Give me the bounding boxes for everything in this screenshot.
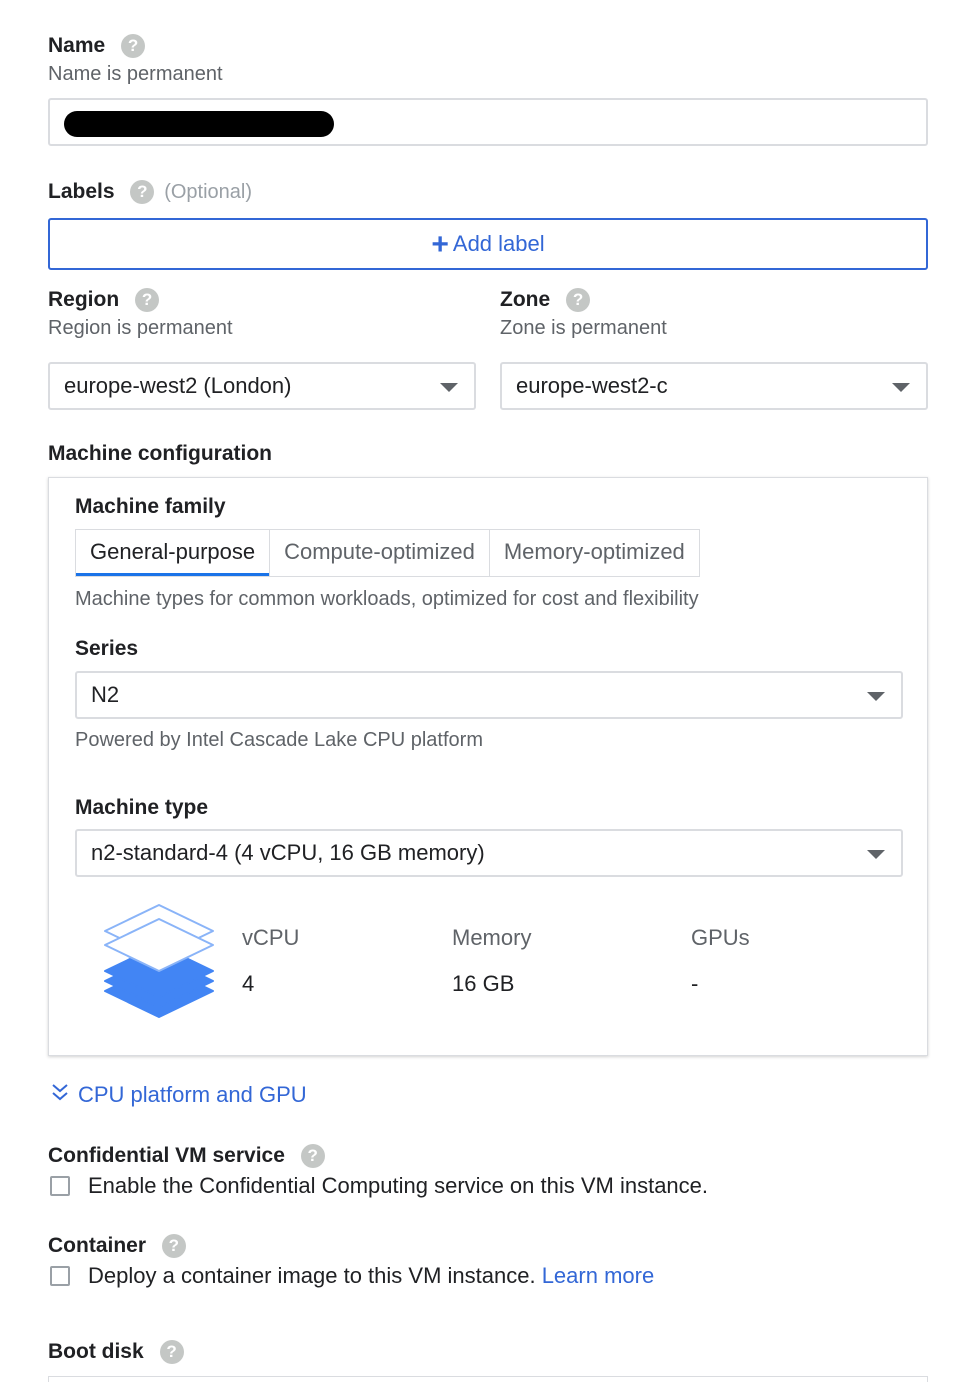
help-icon[interactable]: ?	[135, 288, 160, 313]
help-icon[interactable]: ?	[159, 1340, 184, 1365]
boot-disk-label: Boot disk ?	[48, 1340, 184, 1365]
tab-memory-optimized[interactable]: Memory-optimized	[490, 530, 699, 576]
zone-subtext: Zone is permanent	[500, 317, 667, 339]
region-label: Region ?	[48, 288, 160, 313]
confidential-vm-label: Confidential VM service ?	[48, 1144, 325, 1169]
zone-value: europe-west2-c	[516, 373, 668, 398]
region-value: europe-west2 (London)	[64, 373, 292, 398]
confidential-vm-checkbox-label: Enable the Confidential Computing servic…	[88, 1173, 709, 1198]
double-chevron-down-icon	[52, 1084, 68, 1101]
zone-label-text: Zone	[500, 288, 551, 311]
dropdown-arrow-icon	[867, 850, 885, 859]
name-subtext: Name is permanent	[48, 63, 223, 85]
series-value: N2	[91, 682, 120, 707]
labels-label: Labels ? (Optional)	[48, 180, 253, 205]
tab-general-purpose[interactable]: General-purpose	[76, 530, 271, 576]
machine-family-description: Machine types for common workloads, opti…	[75, 588, 699, 610]
machine-type-value: n2-standard-4 (4 vCPU, 16 GB memory)	[91, 840, 485, 865]
region-label-text: Region	[48, 288, 120, 311]
dropdown-arrow-icon	[867, 692, 885, 701]
series-select[interactable]: N2	[75, 671, 903, 719]
optional-text: (Optional)	[164, 181, 253, 203]
learn-more-link[interactable]: Learn more	[542, 1263, 655, 1288]
region-subtext: Region is permanent	[48, 317, 233, 339]
help-icon[interactable]: ?	[161, 1234, 186, 1259]
name-label: Name ?	[48, 34, 146, 59]
container-label: Container ?	[48, 1234, 186, 1259]
machine-config-card: Machine family General-purpose Compute-o…	[48, 477, 928, 1056]
machine-family-label: Machine family	[75, 495, 226, 518]
vcpu-value: 4	[242, 971, 255, 996]
plus-icon: +	[431, 228, 449, 261]
boot-disk-card-edge	[48, 1376, 928, 1382]
dropdown-arrow-icon	[440, 383, 458, 392]
gpus-label: GPUs	[691, 925, 750, 950]
machine-type-label: Machine type	[75, 796, 209, 819]
name-input[interactable]	[48, 98, 928, 146]
dropdown-arrow-icon	[892, 383, 910, 392]
add-label-button[interactable]: + Add label	[48, 218, 928, 270]
cpu-stack-icon	[104, 904, 214, 1018]
cpu-platform-gpu-toggle[interactable]: CPU platform and GPU	[50, 1082, 307, 1108]
series-label: Series	[75, 637, 139, 660]
container-checkbox-text: Deploy a container image to this VM inst…	[88, 1263, 536, 1288]
series-description: Powered by Intel Cascade Lake CPU platfo…	[75, 729, 483, 751]
machine-type-select[interactable]: n2-standard-4 (4 vCPU, 16 GB memory)	[75, 829, 903, 877]
help-icon[interactable]: ?	[300, 1144, 325, 1169]
zone-select[interactable]: europe-west2-c	[500, 362, 928, 410]
add-label-text: Add label	[452, 231, 545, 256]
vcpu-label: vCPU	[242, 925, 300, 950]
tab-compute-optimized[interactable]: Compute-optimized	[270, 530, 490, 576]
redacted-value	[64, 111, 334, 137]
zone-label: Zone ?	[500, 288, 591, 313]
gpus-value: -	[691, 971, 699, 996]
name-label-text: Name	[48, 34, 106, 57]
container-label-text: Container	[48, 1234, 147, 1257]
machine-config-title: Machine configuration	[48, 442, 273, 465]
cpu-platform-gpu-link[interactable]: CPU platform and GPU	[78, 1082, 307, 1107]
help-icon[interactable]: ?	[130, 180, 155, 205]
memory-label: Memory	[452, 925, 532, 950]
container-checkbox-label: Deploy a container image to this VM inst…	[88, 1263, 654, 1289]
labels-label-text: Labels	[48, 180, 115, 203]
help-icon[interactable]: ?	[121, 34, 146, 59]
machine-family-tabs: General-purpose Compute-optimized Memory…	[75, 529, 700, 577]
container-checkbox[interactable]	[50, 1266, 70, 1286]
memory-value: 16 GB	[452, 971, 515, 996]
region-select[interactable]: europe-west2 (London)	[48, 362, 476, 410]
boot-disk-label-text: Boot disk	[48, 1340, 144, 1363]
confidential-vm-label-text: Confidential VM service	[48, 1144, 285, 1167]
help-icon[interactable]: ?	[566, 288, 591, 313]
confidential-vm-checkbox[interactable]	[50, 1176, 70, 1196]
